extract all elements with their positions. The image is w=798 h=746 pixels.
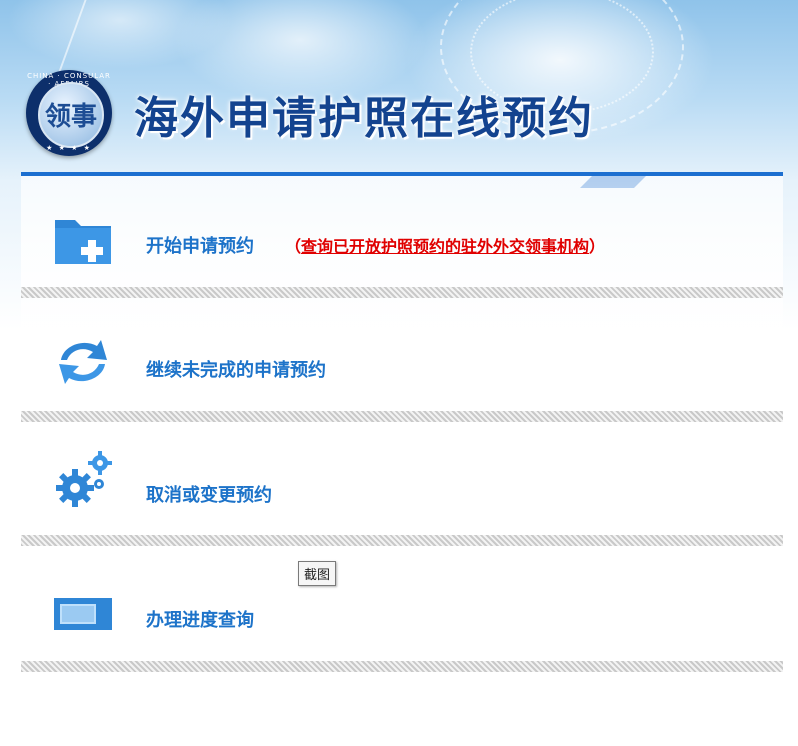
open-consulates-link[interactable]: （查询已开放护照预约的驻外外交领事机构） [285,233,605,257]
page-title: 海外申请护照在线预约 [134,93,594,144]
main-menu: 开始申请预约 （查询已开放护照预约的驻外外交领事机构） 继续未完成的申请预约 取… [21,176,783,672]
menu-item-cancel-or-change[interactable]: 取消或变更预约 [21,422,783,546]
consular-emblem-logo: CHINA · CONSULAR · AFFAIRS 领事 ★ ★ ★ ★ [26,70,112,156]
banner-lightning [55,0,127,80]
menu-item-progress-query[interactable]: 办理进度查询 [21,546,783,672]
menu-item-continue-application[interactable]: 继续未完成的申请预约 [21,298,783,422]
note-link-text[interactable]: 查询已开放护照预约的驻外外交领事机构 [301,237,589,256]
progress-bar-icon [54,598,112,630]
menu-separator [21,287,783,298]
menu-item-label: 继续未完成的申请预约 [146,360,326,381]
folder-add-icon [55,220,111,264]
menu-item-label: 办理进度查询 [146,610,254,631]
emblem-glyph: 领事 [44,102,97,132]
refresh-arrows-icon [59,340,107,384]
menu-item-label: 开始申请预约 [146,236,254,257]
menu-separator [21,411,783,422]
emblem-inner: 领事 [38,82,104,148]
emblem-stars: ★ ★ ★ ★ [46,144,92,152]
menu-item-start-application[interactable]: 开始申请预约 （查询已开放护照预约的驻外外交领事机构） [21,176,783,298]
screenshot-tooltip: 截图 [298,561,337,586]
menu-separator [21,535,783,546]
menu-item-label: 取消或变更预约 [146,485,272,506]
note-open-paren: （ [285,237,302,256]
gears-icon [56,451,112,507]
note-close-paren: ） [589,237,606,256]
menu-separator [21,661,783,672]
